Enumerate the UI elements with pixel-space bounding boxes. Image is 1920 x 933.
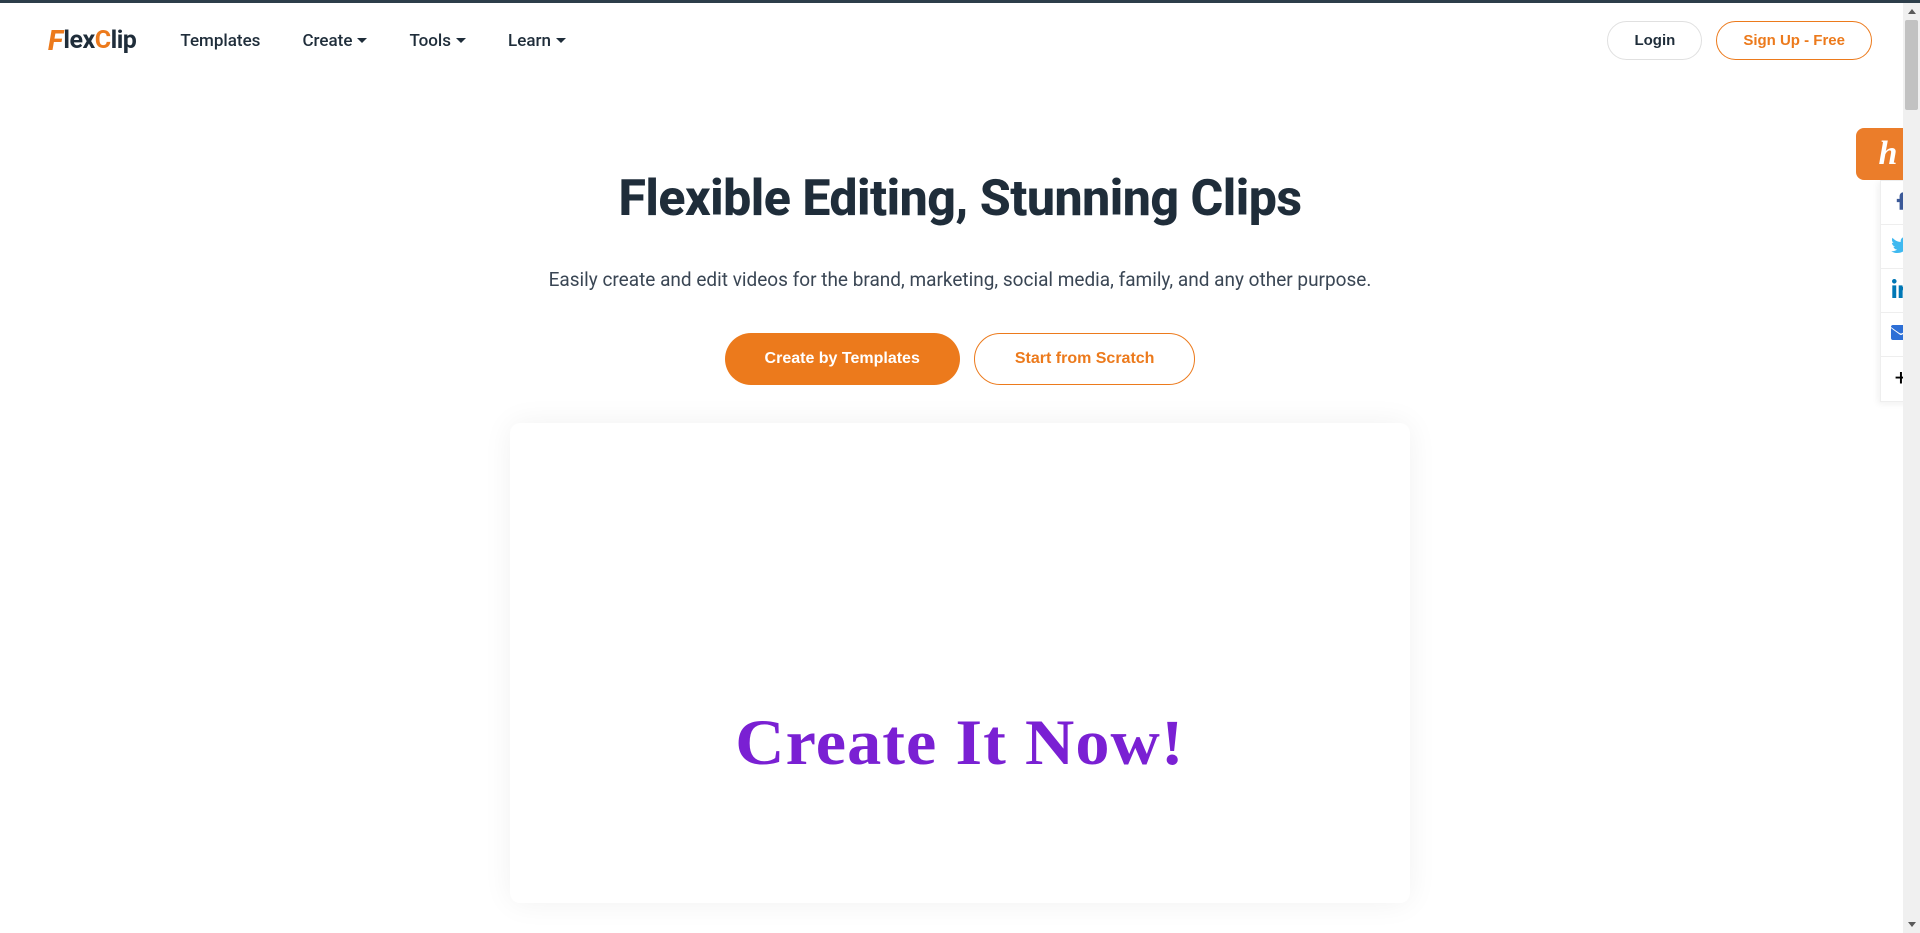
- nav-learn[interactable]: Learn: [508, 31, 566, 51]
- header-right: Login Sign Up - Free: [1607, 21, 1872, 60]
- logo-letter-lex: lex: [63, 26, 94, 55]
- chevron-up-icon: [1908, 9, 1916, 14]
- header-left: FlexClip Templates Create Tools Learn: [48, 24, 566, 57]
- main-nav: Templates Create Tools Learn: [180, 31, 566, 51]
- chevron-down-icon: [456, 38, 466, 43]
- scroll-down-button[interactable]: [1903, 916, 1920, 933]
- nav-create-label: Create: [302, 31, 352, 51]
- logo-letter-f: F: [48, 24, 62, 57]
- nav-templates[interactable]: Templates: [180, 31, 260, 51]
- nav-tools-label: Tools: [409, 31, 451, 51]
- nav-templates-label: Templates: [180, 31, 260, 51]
- logo[interactable]: FlexClip: [48, 24, 136, 57]
- nav-create[interactable]: Create: [302, 31, 367, 51]
- honey-icon: h: [1879, 135, 1898, 173]
- hero-actions: Create by Templates Start from Scratch: [0, 333, 1920, 385]
- hero-heading: Flexible Editing, Stunning Clips: [0, 170, 1920, 228]
- chevron-down-icon: [1908, 922, 1916, 927]
- create-by-templates-button[interactable]: Create by Templates: [725, 333, 960, 385]
- scroll-up-button[interactable]: [1903, 3, 1920, 20]
- logo-letter-c: C: [95, 26, 111, 55]
- hero-subheading: Easily create and edit videos for the br…: [0, 268, 1920, 291]
- preview-card: Create It Now!: [510, 423, 1410, 903]
- signup-button[interactable]: Sign Up - Free: [1716, 21, 1872, 60]
- preview-text: Create It Now!: [735, 711, 1184, 776]
- main-content: Flexible Editing, Stunning Clips Easily …: [0, 78, 1920, 903]
- chevron-down-icon: [556, 38, 566, 43]
- header: FlexClip Templates Create Tools Learn Lo…: [0, 3, 1920, 78]
- logo-letter-lip: lip: [111, 26, 137, 55]
- nav-learn-label: Learn: [508, 31, 551, 51]
- login-button[interactable]: Login: [1607, 21, 1702, 60]
- vertical-scrollbar[interactable]: [1903, 3, 1920, 933]
- nav-tools[interactable]: Tools: [409, 31, 466, 51]
- chevron-down-icon: [357, 38, 367, 43]
- scroll-thumb[interactable]: [1905, 20, 1918, 110]
- start-from-scratch-button[interactable]: Start from Scratch: [974, 333, 1196, 385]
